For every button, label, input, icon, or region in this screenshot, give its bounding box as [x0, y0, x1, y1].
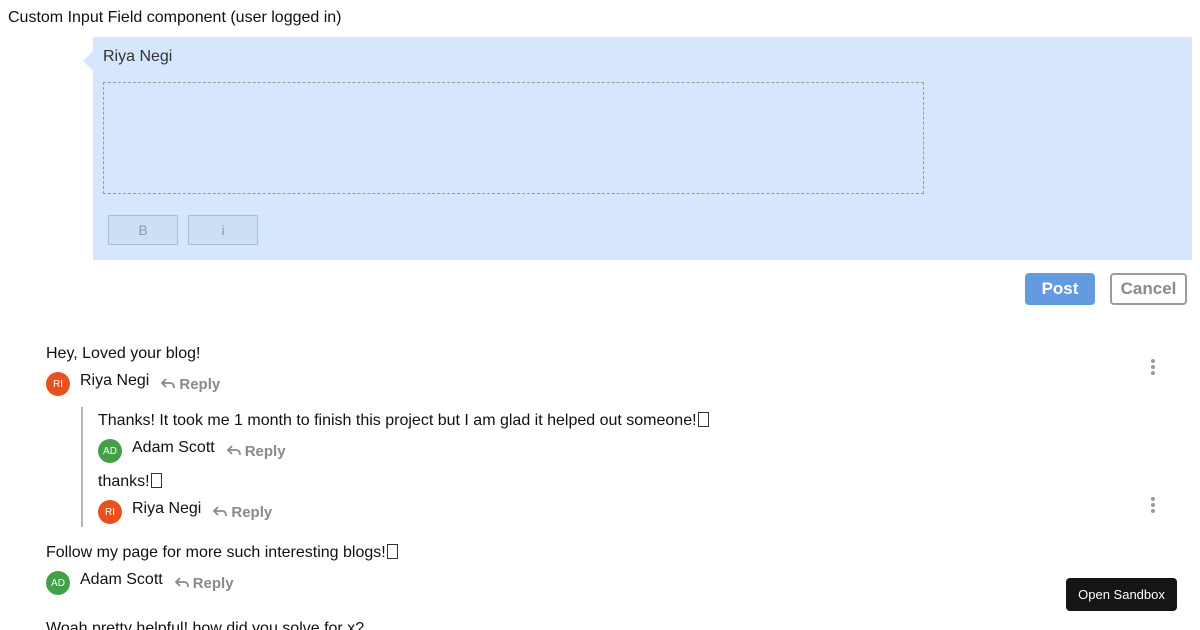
more-vertical-icon[interactable]	[1148, 359, 1158, 375]
italic-button[interactable]: i	[188, 215, 258, 245]
reply-button[interactable]: Reply	[161, 376, 220, 393]
emoji-placeholder-icon	[150, 473, 162, 488]
reply-button[interactable]: Reply	[226, 442, 286, 460]
more-vertical-icon[interactable]	[1148, 497, 1158, 513]
comment-editor[interactable]	[103, 82, 924, 194]
open-sandbox-button[interactable]: Open Sandbox	[1066, 578, 1177, 611]
emoji-placeholder-icon	[386, 544, 398, 559]
reply-text-content: Thanks! It took me 1 month to finish thi…	[98, 412, 697, 429]
thread-line	[81, 407, 83, 527]
comment-text-content: Follow my page for more such interesting…	[46, 544, 386, 561]
reply-arrow-icon	[174, 577, 189, 588]
page-heading: Custom Input Field component (user logge…	[8, 9, 342, 26]
emoji-placeholder-icon	[697, 412, 709, 427]
author-name: Riya Negi	[80, 372, 150, 389]
reply-text: Thanks! It took me 1 month to finish thi…	[98, 412, 709, 430]
reply-label: Reply	[244, 442, 286, 460]
comment-text: Hey, Loved your blog!	[46, 345, 201, 362]
post-button[interactable]: Post	[1025, 273, 1095, 305]
bold-button[interactable]: B	[108, 215, 178, 245]
reply-label: Reply	[231, 503, 273, 521]
reply-arrow-icon	[226, 445, 241, 456]
reply-label: Reply	[192, 574, 234, 592]
comment-text: Woah pretty helpful! how did you solve f…	[46, 620, 365, 630]
comment-author-row: RI Riya Negi Reply	[46, 372, 220, 396]
author-name: Adam Scott	[80, 571, 163, 588]
cancel-button[interactable]: Cancel	[1110, 273, 1187, 305]
comment-text: Follow my page for more such interesting…	[46, 544, 398, 562]
reply-author-row: AD Adam Scott Reply	[98, 439, 286, 463]
reply-text: thanks!	[98, 473, 162, 491]
author-name: Riya Negi	[132, 500, 202, 517]
comment-input-panel: Riya Negi B i	[83, 37, 1192, 260]
reply-text-content: thanks!	[98, 473, 150, 490]
comment-author-row: AD Adam Scott Reply	[46, 571, 234, 595]
avatar: RI	[98, 500, 122, 524]
avatar: RI	[46, 372, 70, 396]
input-user-name: Riya Negi	[103, 48, 173, 65]
reply-author-row: RI Riya Negi Reply	[98, 500, 272, 524]
avatar: AD	[98, 439, 122, 463]
reply-arrow-icon	[161, 378, 176, 389]
reply-arrow-icon	[213, 506, 228, 517]
reply-label: Reply	[179, 375, 221, 393]
reply-button[interactable]: Reply	[174, 574, 234, 592]
comments-page: Custom Input Field component (user logge…	[0, 0, 1200, 630]
author-name: Adam Scott	[132, 439, 215, 456]
avatar: AD	[46, 571, 70, 595]
reply-button[interactable]: Reply	[213, 504, 272, 521]
